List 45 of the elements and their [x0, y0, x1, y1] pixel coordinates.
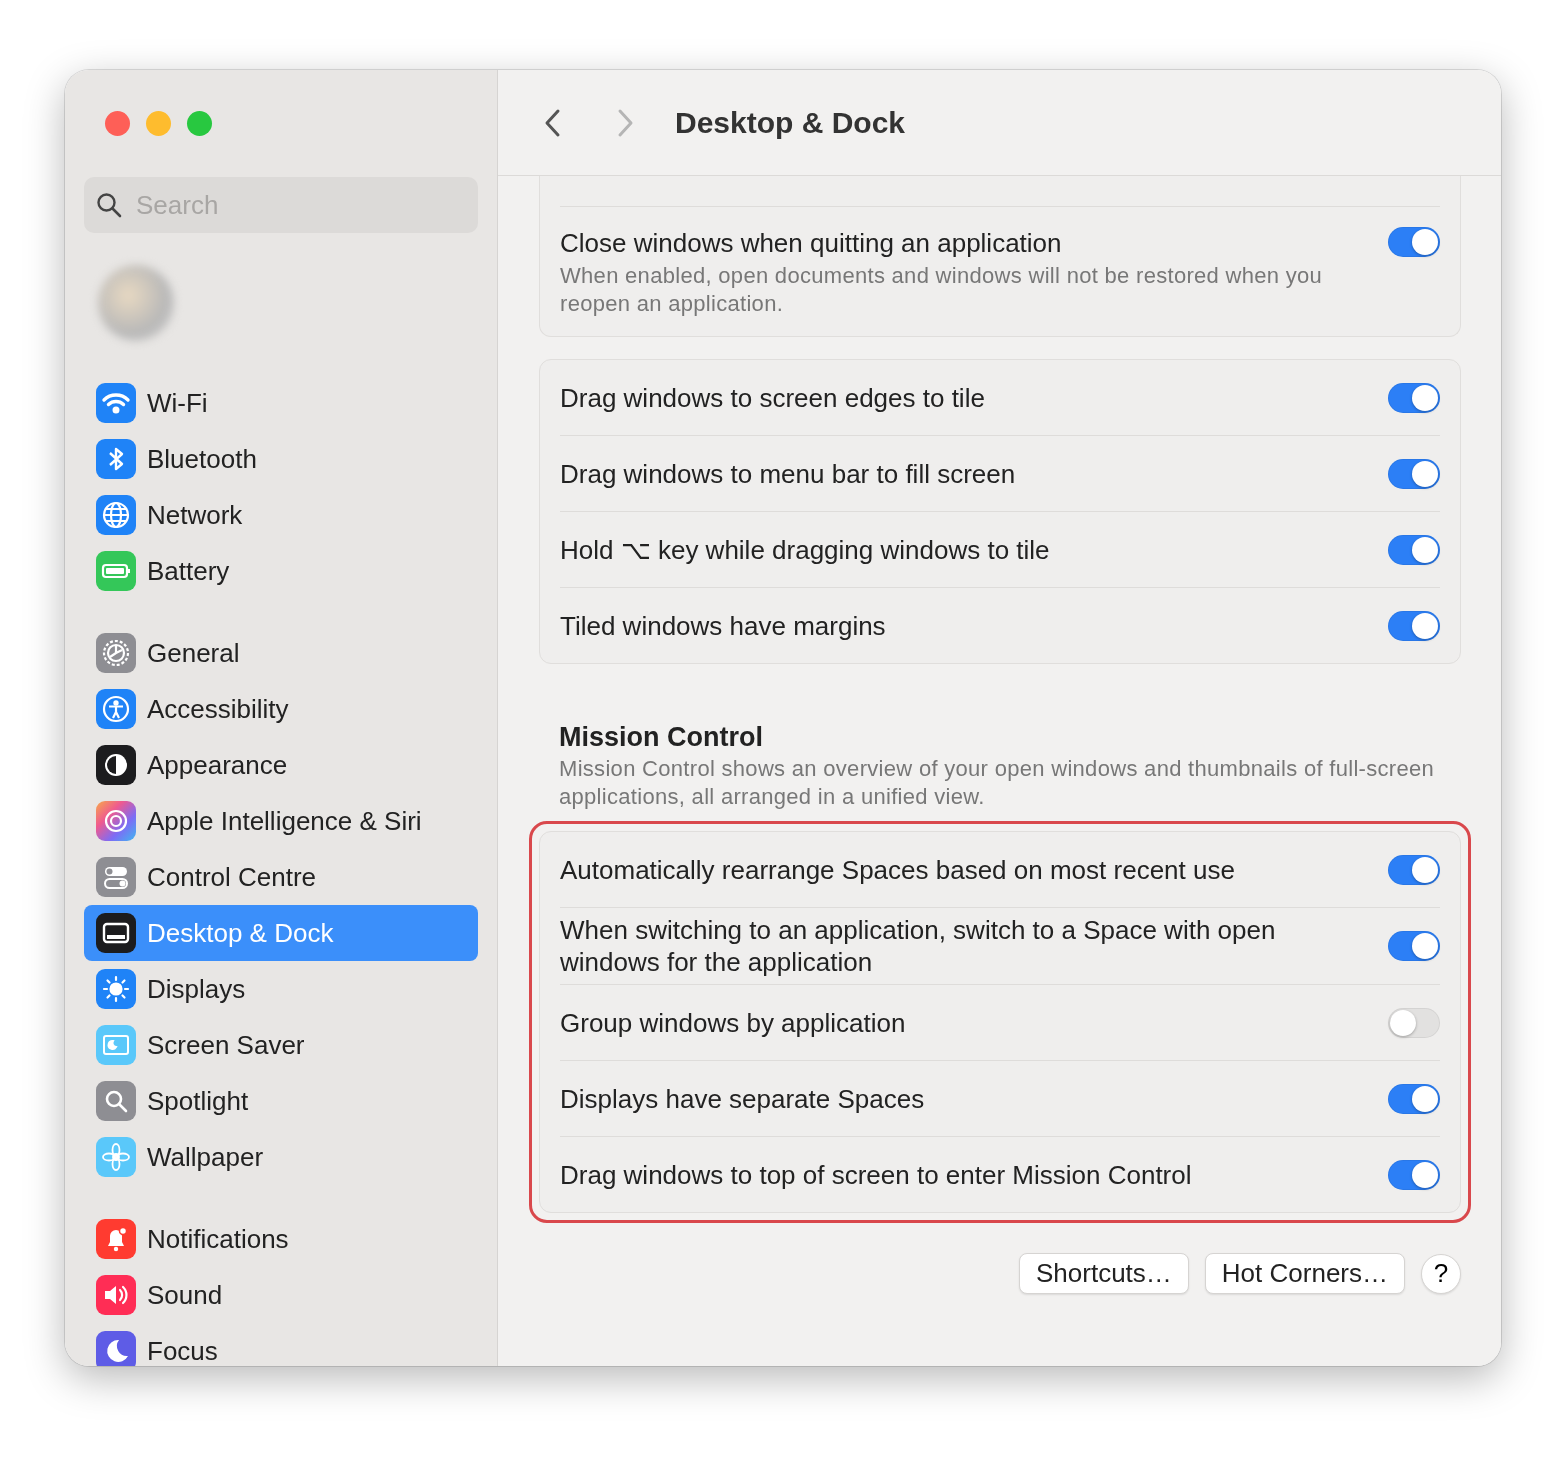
toggle-switch[interactable] — [1388, 382, 1440, 413]
setting-description: When enabled, open documents and windows will not be restored when you reopen an application. — [560, 262, 1324, 318]
sidebar-item[interactable]: Battery — [84, 543, 478, 599]
help-button[interactable]: ? — [1421, 1253, 1461, 1294]
sidebar-item[interactable]: Spotlight — [84, 1073, 478, 1129]
sidebar-item[interactable]: Apple Intelligence & Siri — [84, 793, 478, 849]
sidebar-item[interactable]: General — [84, 625, 478, 681]
search-icon — [96, 192, 122, 218]
setting-label: Tiled windows have margins — [560, 609, 887, 643]
sidebar-item[interactable]: Accessibility — [84, 681, 478, 737]
toggle-switch[interactable] — [1388, 1007, 1440, 1038]
close-button[interactable] — [105, 111, 130, 136]
sidebar-item[interactable]: Notifications — [84, 1211, 478, 1267]
toggle-switch[interactable] — [1388, 1159, 1440, 1190]
sidebar-item[interactable]: Network — [84, 487, 478, 543]
sidebar-item[interactable]: Control Centre — [84, 849, 478, 905]
setting-label: Hold ⌥ key while dragging windows to tile — [560, 533, 1051, 567]
window-title: Desktop & Dock — [675, 105, 906, 140]
setting-label: When switching to an application, switch to a Space with open windows for the application — [560, 914, 1277, 979]
sidebar-item[interactable]: Displays — [84, 961, 478, 1017]
sidebar-item[interactable]: Sound — [84, 1267, 478, 1323]
sidebar-item[interactable]: Focus — [84, 1323, 478, 1366]
toggle-switch[interactable] — [1388, 534, 1440, 565]
sidebar-item[interactable]: Screen Saver — [84, 1017, 478, 1073]
sidebar-item[interactable]: Appearance — [84, 737, 478, 793]
setting-label: Drag windows to menu bar to fill screen — [560, 457, 1017, 491]
setting-label: Drag windows to screen edges to tile — [560, 381, 986, 415]
setting-label: Drag windows to top of screen to enter Mission Control — [560, 1158, 1193, 1192]
section-description: Mission Control shows an overview of your open windows and thumbnails of full-screen applications, all arranged in a unified view. — [559, 755, 1436, 811]
section-heading: Mission Control — [559, 722, 764, 753]
toggle-switch[interactable] — [1388, 931, 1440, 961]
setting-label: Close windows when quitting an application — [560, 227, 1063, 259]
toggle-switch[interactable] — [1388, 854, 1440, 885]
setting-label: Displays have separate Spaces — [560, 1082, 926, 1116]
sidebar-item[interactable]: Wi-Fi — [84, 375, 478, 431]
toggle-switch[interactable] — [1388, 1083, 1440, 1114]
setting-label: Automatically rearrange Spaces based on most recent use — [560, 853, 1236, 887]
sidebar-item[interactable]: Bluetooth — [84, 431, 478, 487]
sidebar-item[interactable]: Wallpaper — [84, 1129, 478, 1185]
action-button[interactable]: Hot Corners… — [1204, 1253, 1405, 1294]
action-button[interactable]: Shortcuts… — [1019, 1253, 1189, 1294]
toggle-switch[interactable] — [1388, 610, 1440, 641]
toggle-switch[interactable] — [1388, 227, 1440, 257]
toggle-switch[interactable] — [1388, 458, 1440, 489]
setting-label: Group windows by application — [560, 1006, 907, 1040]
